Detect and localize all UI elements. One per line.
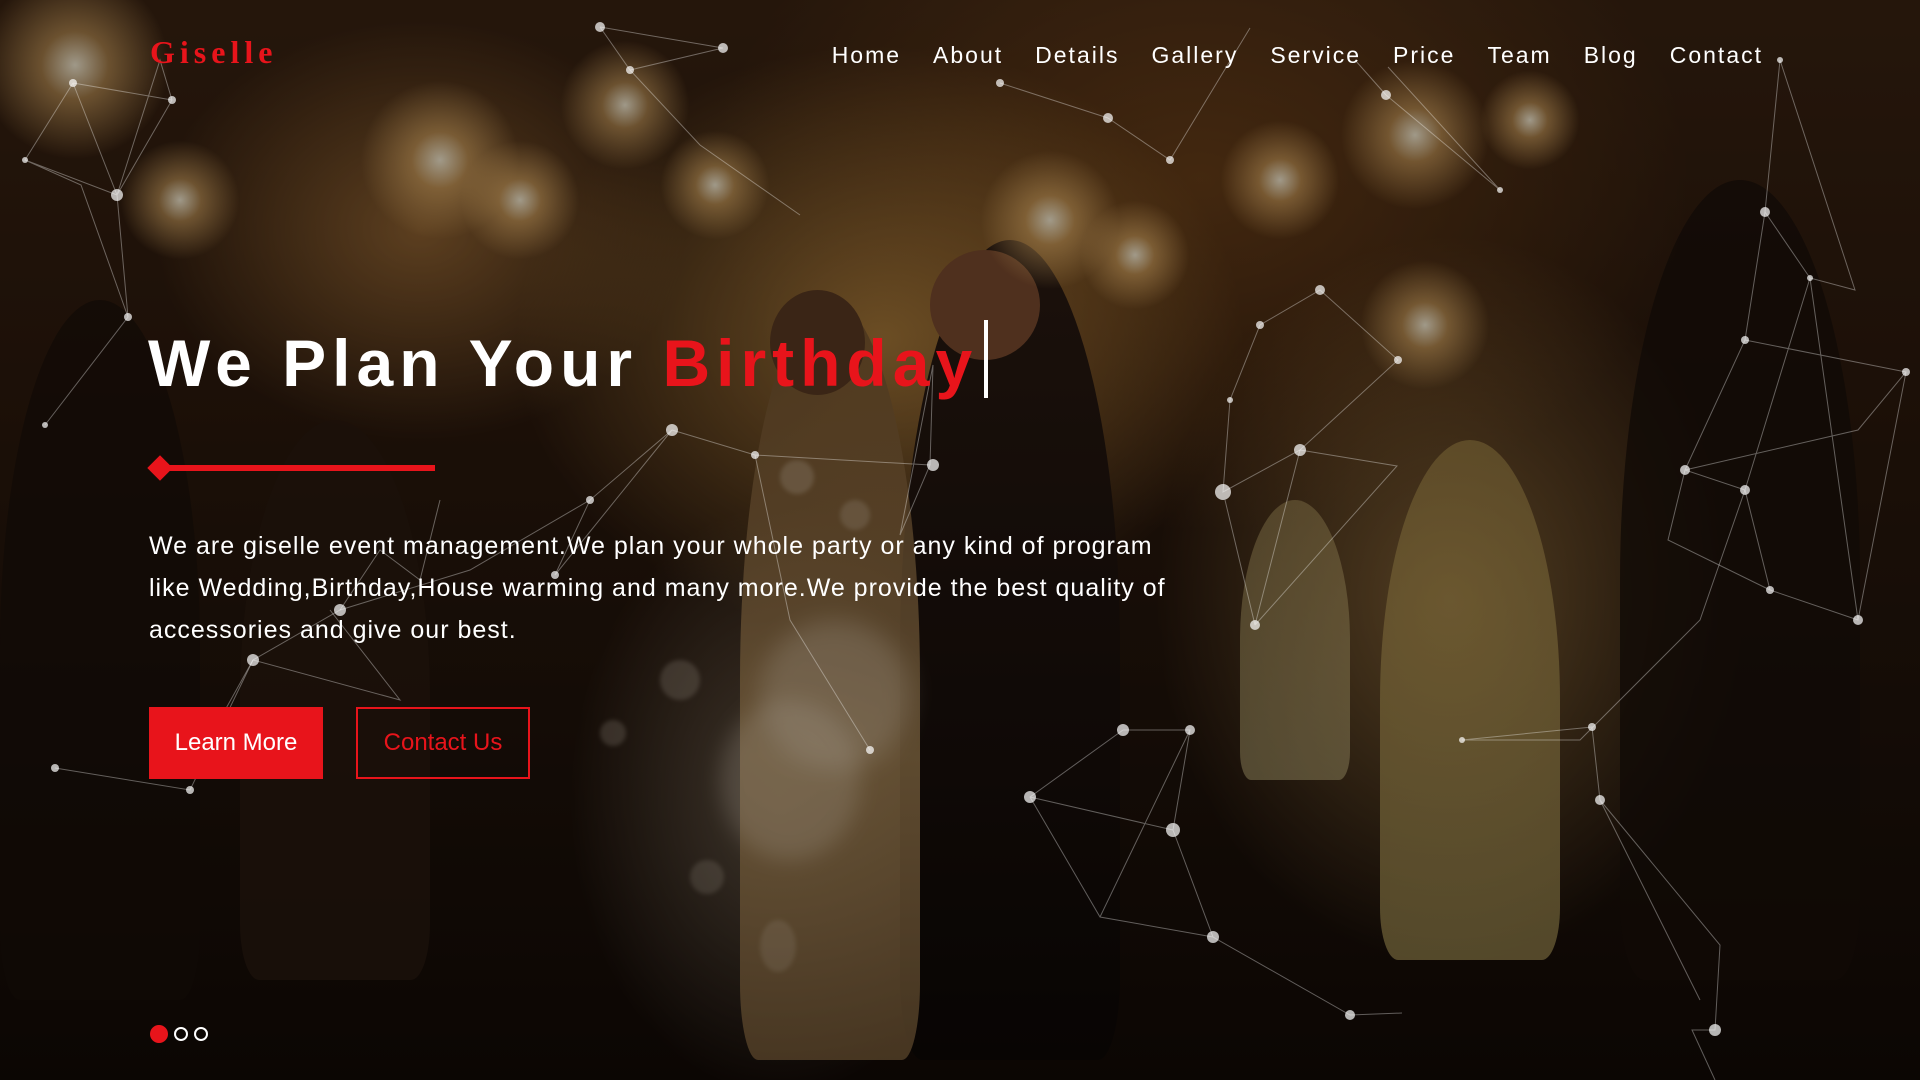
hero-headline: We Plan Your Birthday bbox=[148, 320, 989, 401]
nav-item-home[interactable]: Home bbox=[832, 42, 901, 69]
headline-highlight: Birthday bbox=[662, 326, 979, 400]
main-nav: Home About Details Gallery Service Price… bbox=[832, 42, 1763, 69]
nav-item-about[interactable]: About bbox=[933, 42, 1003, 69]
hero-section: Giselle Home About Details Gallery Servi… bbox=[0, 0, 1920, 1080]
nav-item-service[interactable]: Service bbox=[1270, 42, 1361, 69]
slider-dot-1[interactable] bbox=[150, 1025, 168, 1043]
slider-pagination bbox=[150, 1025, 208, 1043]
headline-prefix: We Plan Your bbox=[148, 326, 639, 400]
contact-us-button[interactable]: Contact Us bbox=[356, 707, 530, 779]
hero-description: We are giselle event management.We plan … bbox=[149, 532, 1166, 644]
learn-more-button[interactable]: Learn More bbox=[149, 707, 323, 779]
nav-item-team[interactable]: Team bbox=[1487, 42, 1551, 69]
nav-item-blog[interactable]: Blog bbox=[1584, 42, 1638, 69]
nav-item-details[interactable]: Details bbox=[1035, 42, 1119, 69]
typing-caret bbox=[984, 320, 989, 398]
slider-dot-3[interactable] bbox=[194, 1027, 208, 1041]
headline-divider bbox=[147, 455, 438, 481]
slider-dot-2[interactable] bbox=[174, 1027, 188, 1041]
nav-item-price[interactable]: Price bbox=[1393, 42, 1455, 69]
nav-item-contact[interactable]: Contact bbox=[1670, 42, 1763, 69]
nav-item-gallery[interactable]: Gallery bbox=[1151, 42, 1238, 69]
brand-logo[interactable]: Giselle bbox=[150, 34, 277, 71]
